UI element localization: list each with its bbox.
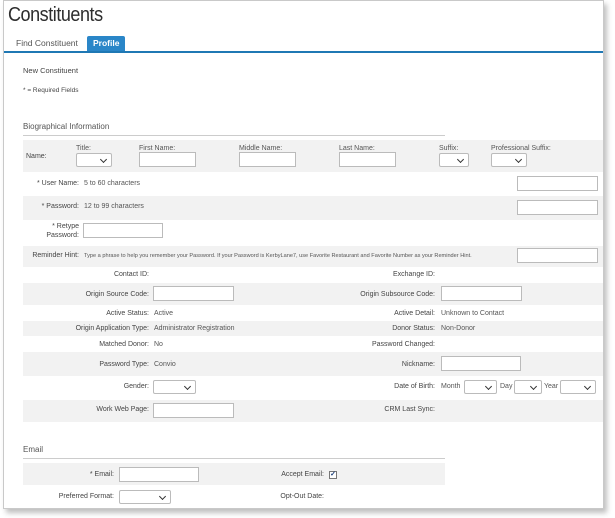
work-web-page-label: Work Web Page: — [96, 406, 149, 413]
suffix-label: Suffix: — [439, 145, 459, 152]
active-status-label: Active Status: — [106, 310, 149, 317]
title-select[interactable] — [76, 153, 112, 167]
username-input[interactable] — [517, 176, 598, 191]
accept-email-label: Accept Email: — [281, 471, 324, 478]
nickname-label: Nickname: — [401, 361, 435, 368]
section-divider — [23, 458, 445, 459]
gender-select[interactable] — [153, 380, 196, 394]
first-name-input[interactable] — [139, 152, 196, 167]
password-type-label: Password Type: — [99, 361, 149, 368]
last-name-label: Last Name: — [339, 145, 375, 152]
section-divider — [23, 135, 445, 136]
nickname-input[interactable] — [441, 356, 521, 371]
page-title: Constituents — [8, 4, 103, 26]
retype-label-line1: * Retype — [52, 223, 79, 230]
contact-id-label: Contact ID: — [113, 271, 149, 278]
app-window: Constituents Find Constituent Profile Ne… — [3, 0, 604, 509]
name-label: Name: — [26, 153, 47, 160]
tab-bar: Find Constituent Profile — [4, 35, 603, 53]
active-detail-label: Active Detail: — [394, 310, 435, 317]
gender-label: Gender: — [123, 383, 149, 390]
middle-name-input[interactable] — [239, 152, 296, 167]
reminder-hint-label: Reminder Hint: — [32, 252, 79, 259]
password-changed-label: Password Changed: — [371, 341, 435, 348]
new-constituent-label: New Constituent — [23, 66, 79, 75]
crm-last-sync-label: CRM Last Sync: — [384, 406, 435, 413]
retype-label-line2: Password: — [46, 232, 79, 239]
matched-donor-label: Matched Donor: — [99, 341, 149, 348]
username-hint: 5 to 60 characters — [84, 180, 141, 187]
year-select[interactable] — [560, 380, 596, 394]
professional-suffix-select[interactable] — [491, 153, 527, 167]
professional-suffix-label: Professional Suffix: — [491, 145, 551, 152]
password-hint: 12 to 99 characters — [84, 203, 144, 210]
retype-password-input[interactable] — [83, 223, 163, 238]
reminder-hint-input[interactable] — [517, 248, 598, 263]
exchange-id-label: Exchange ID: — [392, 271, 435, 278]
last-name-input[interactable] — [339, 152, 396, 167]
day-select[interactable] — [514, 380, 542, 394]
matched-donor-value: No — [154, 341, 163, 348]
section-heading-email: Email — [23, 445, 44, 454]
reminder-hint-text: Type a phrase to help you remember your … — [84, 253, 472, 259]
work-web-page-input[interactable] — [153, 403, 234, 418]
username-label: * User Name: — [36, 180, 79, 187]
suffix-select[interactable] — [439, 153, 469, 167]
middle-name-label: Middle Name: — [239, 145, 283, 152]
day-label: Day — [500, 383, 513, 390]
section-heading-bio: Biographical Information — [23, 122, 110, 131]
accept-email-checkbox[interactable]: ✓ — [329, 471, 337, 479]
month-label: Month — [441, 383, 461, 390]
password-label: * Password: — [41, 203, 79, 210]
email-label: * Email: — [89, 471, 114, 478]
origin-application-type-value: Administrator Registration — [154, 325, 235, 332]
required-fields-note: * = Required Fields — [23, 87, 79, 94]
origin-source-code-label: Origin Source Code: — [85, 291, 149, 298]
origin-application-type-label: Origin Application Type: — [75, 325, 149, 332]
tab-profile[interactable]: Profile — [87, 36, 126, 51]
preferred-format-select[interactable] — [119, 490, 171, 504]
month-select[interactable] — [464, 380, 497, 394]
password-input[interactable] — [517, 200, 598, 215]
origin-subsource-code-label: Origin Subsource Code: — [360, 291, 435, 298]
donor-status-value: Non-Donor — [441, 325, 476, 332]
preferred-format-label: Preferred Format: — [58, 493, 114, 500]
active-status-value: Active — [154, 310, 174, 317]
origin-subsource-code-input[interactable] — [441, 286, 522, 301]
tab-find-constituent[interactable]: Find Constituent — [10, 36, 84, 51]
date-of-birth-label: Date of Birth: — [394, 383, 435, 390]
donor-status-label: Donor Status: — [392, 325, 435, 332]
first-name-label: First Name: — [139, 145, 176, 152]
year-label: Year — [544, 383, 559, 390]
active-detail-value: Unknown to Contact — [441, 310, 505, 317]
title-label: Title: — [76, 145, 91, 152]
email-input[interactable] — [119, 467, 199, 482]
opt-out-date-label: Opt-Out Date: — [280, 493, 324, 500]
origin-source-code-input[interactable] — [153, 286, 234, 301]
password-type-value: Convio — [154, 361, 176, 368]
